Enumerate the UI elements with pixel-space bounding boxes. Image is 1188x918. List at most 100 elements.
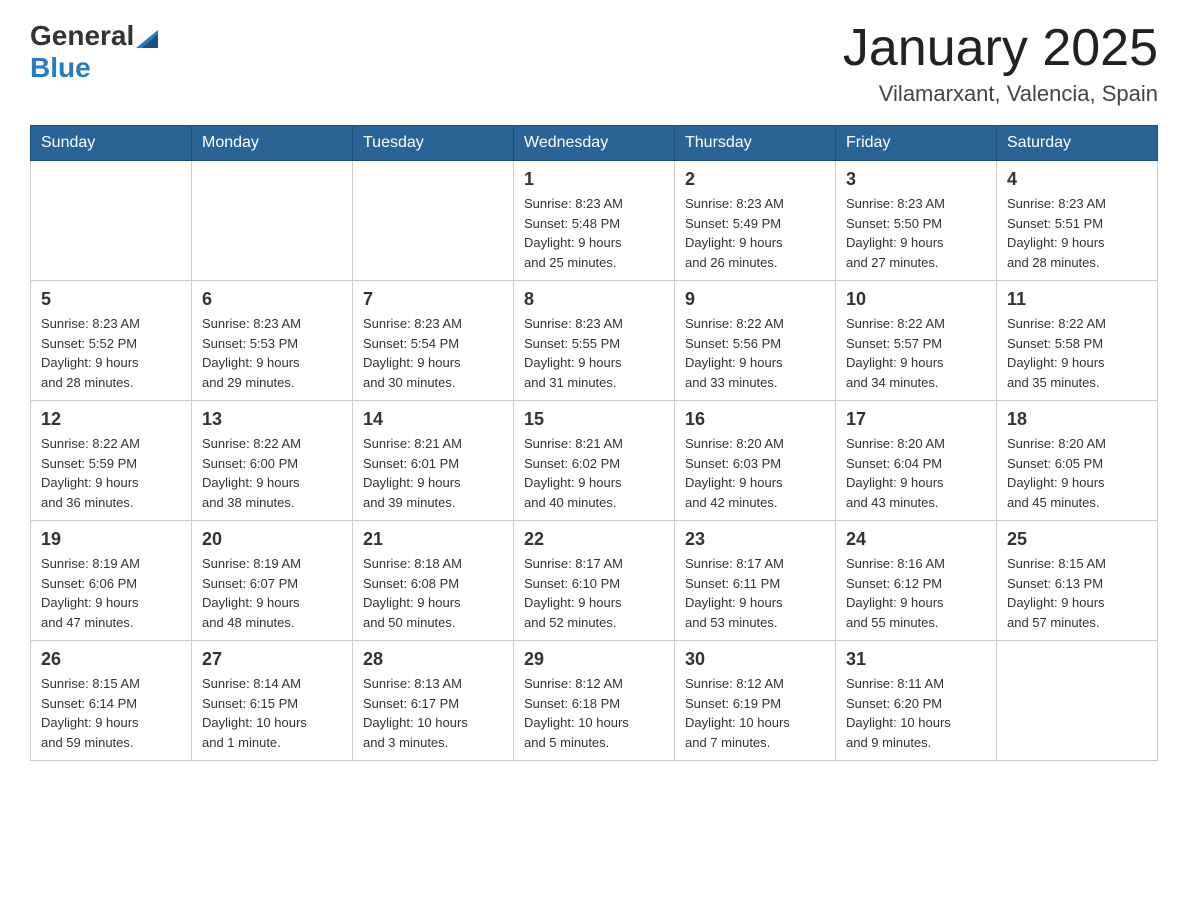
day-number: 20 [202, 529, 342, 550]
day-cell: 18 Sunrise: 8:20 AMSunset: 6:05 PMDayligh… [997, 401, 1158, 521]
day-info: Sunrise: 8:20 AMSunset: 6:04 PMDaylight:… [846, 434, 986, 512]
day-number: 7 [363, 289, 503, 310]
day-cell: 2 Sunrise: 8:23 AMSunset: 5:49 PMDaylight… [675, 161, 836, 281]
day-info: Sunrise: 8:23 AMSunset: 5:49 PMDaylight:… [685, 194, 825, 272]
title-block: January 2025 Vilamarxant, Valencia, Spai… [843, 20, 1158, 107]
day-number: 25 [1007, 529, 1147, 550]
day-info: Sunrise: 8:22 AMSunset: 6:00 PMDaylight:… [202, 434, 342, 512]
day-info: Sunrise: 8:21 AMSunset: 6:01 PMDaylight:… [363, 434, 503, 512]
calendar-header-row: SundayMondayTuesdayWednesdayThursdayFrid… [31, 126, 1158, 161]
day-number: 8 [524, 289, 664, 310]
calendar-table: SundayMondayTuesdayWednesdayThursdayFrid… [30, 125, 1158, 761]
day-cell: 4 Sunrise: 8:23 AMSunset: 5:51 PMDaylight… [997, 161, 1158, 281]
day-info: Sunrise: 8:15 AMSunset: 6:13 PMDaylight:… [1007, 554, 1147, 632]
day-number: 2 [685, 169, 825, 190]
day-number: 6 [202, 289, 342, 310]
day-number: 21 [363, 529, 503, 550]
day-number: 9 [685, 289, 825, 310]
day-cell: 15 Sunrise: 8:21 AMSunset: 6:02 PMDayligh… [514, 401, 675, 521]
day-info: Sunrise: 8:22 AMSunset: 5:59 PMDaylight:… [41, 434, 181, 512]
logo: General Blue [30, 20, 160, 84]
day-cell: 3 Sunrise: 8:23 AMSunset: 5:50 PMDaylight… [836, 161, 997, 281]
day-info: Sunrise: 8:12 AMSunset: 6:19 PMDaylight:… [685, 674, 825, 752]
day-number: 13 [202, 409, 342, 430]
day-info: Sunrise: 8:23 AMSunset: 5:48 PMDaylight:… [524, 194, 664, 272]
logo-blue-text: Blue [30, 52, 91, 83]
day-cell: 24 Sunrise: 8:16 AMSunset: 6:12 PMDayligh… [836, 521, 997, 641]
day-cell: 30 Sunrise: 8:12 AMSunset: 6:19 PMDayligh… [675, 641, 836, 761]
logo-icon [136, 26, 158, 48]
day-number: 4 [1007, 169, 1147, 190]
day-info: Sunrise: 8:11 AMSunset: 6:20 PMDaylight:… [846, 674, 986, 752]
day-info: Sunrise: 8:23 AMSunset: 5:53 PMDaylight:… [202, 314, 342, 392]
day-number: 29 [524, 649, 664, 670]
day-cell: 26Sunrise: 8:15 AMSunset: 6:14 PMDayligh… [31, 641, 192, 761]
day-cell: 1Sunrise: 8:23 AMSunset: 5:48 PMDaylight… [514, 161, 675, 281]
day-cell: 16Sunrise: 8:20 AMSunset: 6:03 PMDayligh… [675, 401, 836, 521]
day-info: Sunrise: 8:12 AMSunset: 6:18 PMDaylight:… [524, 674, 664, 752]
day-number: 28 [363, 649, 503, 670]
day-cell: 9 Sunrise: 8:22 AMSunset: 5:56 PMDaylight… [675, 281, 836, 401]
day-number: 15 [524, 409, 664, 430]
day-cell: 6 Sunrise: 8:23 AMSunset: 5:53 PMDaylight… [192, 281, 353, 401]
day-info: Sunrise: 8:22 AMSunset: 5:56 PMDaylight:… [685, 314, 825, 392]
day-info: Sunrise: 8:20 AMSunset: 6:05 PMDaylight:… [1007, 434, 1147, 512]
day-cell: 27 Sunrise: 8:14 AMSunset: 6:15 PMDayligh… [192, 641, 353, 761]
day-cell: 14Sunrise: 8:21 AMSunset: 6:01 PMDayligh… [353, 401, 514, 521]
day-cell: 25 Sunrise: 8:15 AMSunset: 6:13 PMDayligh… [997, 521, 1158, 641]
header-monday: Monday [192, 126, 353, 161]
day-cell: 28Sunrise: 8:13 AMSunset: 6:17 PMDayligh… [353, 641, 514, 761]
header-friday: Friday [836, 126, 997, 161]
day-cell [997, 641, 1158, 761]
day-number: 30 [685, 649, 825, 670]
day-number: 27 [202, 649, 342, 670]
day-info: Sunrise: 8:19 AMSunset: 6:06 PMDaylight:… [41, 554, 181, 632]
day-number: 24 [846, 529, 986, 550]
header-tuesday: Tuesday [353, 126, 514, 161]
day-cell: 10 Sunrise: 8:22 AMSunset: 5:57 PMDayligh… [836, 281, 997, 401]
header-wednesday: Wednesday [514, 126, 675, 161]
day-info: Sunrise: 8:17 AMSunset: 6:10 PMDaylight:… [524, 554, 664, 632]
day-info: Sunrise: 8:22 AMSunset: 5:57 PMDaylight:… [846, 314, 986, 392]
day-number: 17 [846, 409, 986, 430]
day-cell: 29 Sunrise: 8:12 AMSunset: 6:18 PMDayligh… [514, 641, 675, 761]
day-cell: 19 Sunrise: 8:19 AMSunset: 6:06 PMDayligh… [31, 521, 192, 641]
day-number: 23 [685, 529, 825, 550]
week-row-4: 19 Sunrise: 8:19 AMSunset: 6:06 PMDayligh… [31, 521, 1158, 641]
day-info: Sunrise: 8:14 AMSunset: 6:15 PMDaylight:… [202, 674, 342, 752]
header-sunday: Sunday [31, 126, 192, 161]
day-info: Sunrise: 8:15 AMSunset: 6:14 PMDaylight:… [41, 674, 181, 752]
logo-general-text: General [30, 20, 134, 52]
day-cell: 22 Sunrise: 8:17 AMSunset: 6:10 PMDayligh… [514, 521, 675, 641]
day-cell: 21 Sunrise: 8:18 AMSunset: 6:08 PMDayligh… [353, 521, 514, 641]
day-cell: 7Sunrise: 8:23 AMSunset: 5:54 PMDaylight… [353, 281, 514, 401]
day-info: Sunrise: 8:20 AMSunset: 6:03 PMDaylight:… [685, 434, 825, 512]
day-number: 18 [1007, 409, 1147, 430]
day-number: 10 [846, 289, 986, 310]
day-number: 19 [41, 529, 181, 550]
day-info: Sunrise: 8:23 AMSunset: 5:51 PMDaylight:… [1007, 194, 1147, 272]
day-cell [31, 161, 192, 281]
day-cell: 8Sunrise: 8:23 AMSunset: 5:55 PMDaylight… [514, 281, 675, 401]
day-info: Sunrise: 8:21 AMSunset: 6:02 PMDaylight:… [524, 434, 664, 512]
day-info: Sunrise: 8:22 AMSunset: 5:58 PMDaylight:… [1007, 314, 1147, 392]
day-cell [353, 161, 514, 281]
day-number: 3 [846, 169, 986, 190]
day-info: Sunrise: 8:18 AMSunset: 6:08 PMDaylight:… [363, 554, 503, 632]
day-number: 11 [1007, 289, 1147, 310]
week-row-3: 12Sunrise: 8:22 AMSunset: 5:59 PMDayligh… [31, 401, 1158, 521]
day-cell [192, 161, 353, 281]
location-title: Vilamarxant, Valencia, Spain [843, 81, 1158, 107]
day-number: 22 [524, 529, 664, 550]
day-info: Sunrise: 8:17 AMSunset: 6:11 PMDaylight:… [685, 554, 825, 632]
month-title: January 2025 [843, 20, 1158, 77]
day-number: 5 [41, 289, 181, 310]
day-info: Sunrise: 8:23 AMSunset: 5:50 PMDaylight:… [846, 194, 986, 272]
day-cell: 20Sunrise: 8:19 AMSunset: 6:07 PMDayligh… [192, 521, 353, 641]
day-info: Sunrise: 8:16 AMSunset: 6:12 PMDaylight:… [846, 554, 986, 632]
day-cell: 23 Sunrise: 8:17 AMSunset: 6:11 PMDayligh… [675, 521, 836, 641]
day-cell: 13 Sunrise: 8:22 AMSunset: 6:00 PMDayligh… [192, 401, 353, 521]
header-thursday: Thursday [675, 126, 836, 161]
day-cell: 31Sunrise: 8:11 AMSunset: 6:20 PMDayligh… [836, 641, 997, 761]
day-cell: 11 Sunrise: 8:22 AMSunset: 5:58 PMDayligh… [997, 281, 1158, 401]
